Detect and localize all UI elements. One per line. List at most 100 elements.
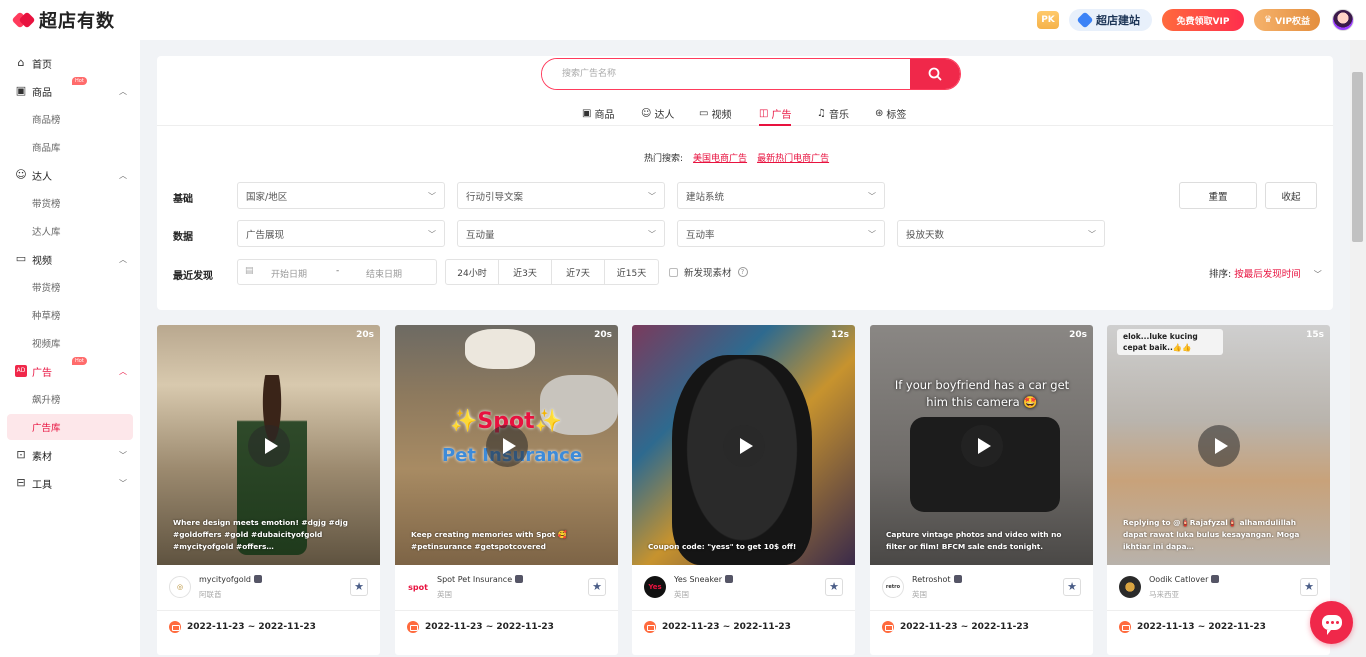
advertiser-avatar[interactable]: retro xyxy=(882,576,904,598)
sort-control[interactable]: 排序: 按最后发现时间 ﹀ xyxy=(1209,266,1322,280)
favorite-star-icon[interactable]: ★ xyxy=(825,578,843,596)
hot-search-label: 热门搜索: xyxy=(644,154,684,164)
sidebar-item-label: 飙升榜 xyxy=(32,395,61,406)
video-thumbnail[interactable]: ✨Spot✨ Pet Insurance 20s Keep creating m… xyxy=(395,325,618,565)
video-thumbnail[interactable]: 20s Where design meets emotion! #dgjg #d… xyxy=(157,325,380,565)
advertiser-name[interactable]: Retroshot xyxy=(912,575,962,584)
chevron-up-icon: ︿ xyxy=(119,254,127,264)
video-thumbnail[interactable]: elok...luke kucing cepat baik..👍👍 15s Re… xyxy=(1107,325,1330,565)
help-icon[interactable]: ? xyxy=(737,267,748,277)
sidebar-item-influencer-rank[interactable]: 带货榜 xyxy=(0,192,140,214)
basic-filter-label: 基础 xyxy=(173,194,193,205)
sidebar-item-goods-lib[interactable]: 商品库 xyxy=(0,136,140,158)
play-icon[interactable] xyxy=(486,425,528,467)
interaction-rate-select[interactable]: 互动率 ﹀ xyxy=(677,220,885,247)
toolbox-icon: ⊟ xyxy=(16,476,26,489)
hot-search-link[interactable]: 美国电商广告 xyxy=(693,154,747,164)
advertiser-avatar[interactable] xyxy=(1119,576,1141,598)
apple-icon xyxy=(254,575,263,583)
impressions-select[interactable]: 广告展现 ﹀ xyxy=(237,220,445,247)
page-scrollbar[interactable] xyxy=(1350,40,1366,657)
logo[interactable]: 超店有数 xyxy=(11,7,115,33)
tab-goods[interactable]: ▣ 商品 xyxy=(582,104,614,122)
thumb-dog xyxy=(465,329,535,369)
sidebar-item-influencer[interactable]: ☺ 达人 ︿ xyxy=(0,164,140,186)
date-range-picker[interactable]: ▤ 开始日期 - 结束日期 xyxy=(237,259,437,285)
bag-icon: ▣ xyxy=(582,107,592,119)
play-icon[interactable] xyxy=(961,425,1003,467)
quick-date-7d[interactable]: 近7天 xyxy=(552,260,605,284)
advertiser-country: 马来西亚 xyxy=(1149,590,1179,599)
tab-tags[interactable]: ⊛ 标签 xyxy=(875,104,906,122)
country-select[interactable]: 国家/地区 ﹀ xyxy=(237,182,445,209)
hot-search-link[interactable]: 最新热门电商广告 xyxy=(757,154,829,164)
video-thumbnail[interactable]: If your boyfriend has a car get him this… xyxy=(870,325,1093,565)
advertiser-avatar[interactable]: Yes xyxy=(644,576,666,598)
checkbox-box[interactable] xyxy=(669,267,678,277)
scrollbar-thumb[interactable] xyxy=(1352,72,1363,242)
sidebar-item-video-rank[interactable]: 带货榜 xyxy=(0,276,140,298)
advertiser-info: Yes Yes Sneaker 英国 ★ xyxy=(632,565,855,611)
sidebar-item-ads-lib[interactable]: 广告库 xyxy=(7,414,133,440)
select-value: 国家/地区 xyxy=(246,191,288,203)
ad-card[interactable]: elok...luke kucing cepat baik..👍👍 15s Re… xyxy=(1107,325,1330,655)
tab-music[interactable]: ♫ 音乐 xyxy=(817,104,849,122)
sidebar-item-home[interactable]: ⌂ 首页 xyxy=(0,52,140,74)
ad-card[interactable]: ✨Spot✨ Pet Insurance 20s Keep creating m… xyxy=(395,325,618,655)
advertiser-avatar[interactable]: ◎ xyxy=(169,576,191,598)
run-days-select[interactable]: 投放天数 ﹀ xyxy=(897,220,1105,247)
sidebar-item-video-seed[interactable]: 种草榜 xyxy=(0,304,140,326)
search-input[interactable] xyxy=(542,59,910,89)
quick-date-3d[interactable]: 近3天 xyxy=(499,260,552,284)
favorite-star-icon[interactable]: ★ xyxy=(1300,578,1318,596)
start-date-input[interactable]: 开始日期 xyxy=(271,267,307,280)
cta-select[interactable]: 行动引导文案 ﹀ xyxy=(457,182,665,209)
advertiser-avatar[interactable]: spot xyxy=(407,576,429,598)
tab-video[interactable]: ▭ 视频 xyxy=(699,104,731,122)
quick-date-24h[interactable]: 24小时 xyxy=(446,260,499,284)
ad-card[interactable]: 20s Where design meets emotion! #dgjg #d… xyxy=(157,325,380,655)
new-material-checkbox[interactable]: 新发现素材 ? xyxy=(669,265,748,279)
tab-influencer[interactable]: ☺ 达人 xyxy=(641,104,674,122)
site-builder-icon xyxy=(1076,11,1094,29)
advertiser-name[interactable]: mycityofgold xyxy=(199,575,263,584)
advertiser-name-text: Oodik Catlover xyxy=(1149,575,1209,584)
ad-card[interactable]: If your boyfriend has a car get him this… xyxy=(870,325,1093,655)
sidebar-item-video[interactable]: ▭ 视频 ︿ xyxy=(0,248,140,270)
sidebar-item-video-lib[interactable]: 视频库 xyxy=(0,332,140,354)
advertiser-name[interactable]: Spot Pet Insurance xyxy=(437,575,524,584)
favorite-star-icon[interactable]: ★ xyxy=(350,578,368,596)
end-date-input[interactable]: 结束日期 xyxy=(366,267,402,280)
ad-card[interactable]: 12s Coupon code: "yess" to get 10$ off! … xyxy=(632,325,855,655)
play-icon[interactable] xyxy=(1198,425,1240,467)
user-avatar[interactable] xyxy=(1332,9,1354,31)
vip-rights-button[interactable]: ♛ VIP权益 xyxy=(1254,9,1320,31)
pk-button[interactable]: PK xyxy=(1037,11,1059,29)
sidebar-item-tools[interactable]: ⊟ 工具 ﹀ xyxy=(0,472,140,494)
site-builder-button[interactable]: 超店建站 xyxy=(1069,9,1152,31)
tab-label: 广告 xyxy=(771,109,792,121)
play-icon[interactable] xyxy=(248,425,290,467)
reset-button[interactable]: 重置 xyxy=(1179,182,1257,209)
sidebar-item-ads-rise[interactable]: 飙升榜 xyxy=(0,388,140,410)
collapse-button[interactable]: 收起 xyxy=(1265,182,1317,209)
search-button[interactable] xyxy=(910,59,960,89)
sidebar-item-goods[interactable]: ▣ 商品 Hot ︿ xyxy=(0,77,140,102)
calendar-icon: ▤ xyxy=(245,266,254,276)
sidebar-item-ads[interactable]: AD 广告 Hot ︿ xyxy=(0,357,140,382)
quick-date-15d[interactable]: 近15天 xyxy=(605,260,658,284)
tab-ads[interactable]: ◫ 广告 xyxy=(759,104,792,126)
favorite-star-icon[interactable]: ★ xyxy=(588,578,606,596)
sidebar-item-material[interactable]: ⊡ 素材 ﹀ xyxy=(0,444,140,466)
site-system-select[interactable]: 建站系统 ﹀ xyxy=(677,182,885,209)
favorite-star-icon[interactable]: ★ xyxy=(1063,578,1081,596)
video-thumbnail[interactable]: 12s Coupon code: "yess" to get 10$ off! xyxy=(632,325,855,565)
interactions-select[interactable]: 互动量 ﹀ xyxy=(457,220,665,247)
sidebar-item-goods-rank[interactable]: 商品榜 xyxy=(0,108,140,130)
advertiser-name[interactable]: Oodik Catlover xyxy=(1149,575,1220,584)
free-vip-button[interactable]: 免费领取VIP xyxy=(1162,9,1244,31)
advertiser-name[interactable]: Yes Sneaker xyxy=(674,575,733,584)
play-icon[interactable] xyxy=(723,425,765,467)
sidebar-item-influencer-lib[interactable]: 达人库 xyxy=(0,220,140,242)
chat-support-button[interactable] xyxy=(1310,601,1353,644)
